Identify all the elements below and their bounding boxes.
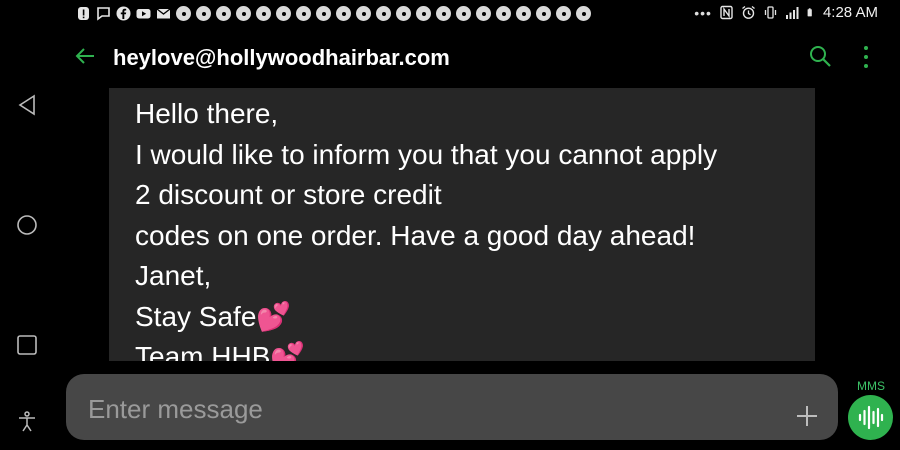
message-line: Stay Safe💕 bbox=[135, 300, 292, 332]
voice-send-button[interactable] bbox=[848, 395, 893, 440]
conversation-header: heylove@hollywoodhairbar.com bbox=[0, 32, 900, 84]
mail-icon bbox=[156, 8, 171, 19]
chrome-icon bbox=[376, 6, 391, 21]
alert-icon bbox=[78, 7, 89, 20]
message-line: Team HHB💕 bbox=[135, 341, 306, 361]
facebook-icon bbox=[116, 6, 131, 21]
chrome-icon bbox=[576, 6, 591, 21]
message-line: Hello there, bbox=[135, 98, 279, 129]
message-input[interactable]: Enter message bbox=[88, 394, 263, 425]
back-arrow-icon[interactable] bbox=[74, 45, 96, 67]
nav-back-icon[interactable] bbox=[15, 93, 39, 117]
clock: 4:28 AM bbox=[822, 4, 878, 21]
chrome-icon bbox=[496, 6, 511, 21]
message-composer[interactable]: Enter message bbox=[66, 374, 838, 440]
nav-recents-icon[interactable] bbox=[15, 333, 39, 357]
chrome-icon bbox=[236, 6, 251, 21]
message-line: 2 discount or store credit bbox=[135, 179, 442, 210]
chrome-icon bbox=[316, 6, 331, 21]
system-status: ••• 4:28 AM bbox=[694, 4, 878, 21]
accessibility-icon[interactable] bbox=[15, 410, 39, 434]
chrome-icon bbox=[336, 6, 351, 21]
status-bar: ••• 4:28 AM bbox=[0, 0, 900, 28]
chrome-icon bbox=[296, 6, 311, 21]
message-line: Janet, bbox=[135, 260, 212, 291]
mms-label: MMS bbox=[857, 379, 885, 393]
add-attachment-icon[interactable] bbox=[796, 405, 818, 427]
overflow-notifications: ••• bbox=[694, 4, 712, 21]
chrome-icon bbox=[556, 6, 571, 21]
nav-home-icon[interactable] bbox=[15, 213, 39, 237]
signal-icon bbox=[785, 7, 799, 19]
message-bubble[interactable]: Hello there, I would like to inform you … bbox=[109, 88, 815, 361]
more-options-icon[interactable] bbox=[858, 44, 874, 70]
chrome-icon bbox=[436, 6, 451, 21]
chrome-icon bbox=[476, 6, 491, 21]
battery-icon bbox=[807, 8, 812, 17]
chat-icon bbox=[97, 7, 110, 21]
chrome-icon bbox=[216, 6, 231, 21]
chrome-icon bbox=[356, 6, 371, 21]
chrome-icon bbox=[256, 6, 271, 21]
search-icon[interactable] bbox=[808, 44, 832, 68]
vibrate-icon bbox=[764, 6, 777, 19]
chrome-icon bbox=[536, 6, 551, 21]
chrome-icon bbox=[176, 6, 191, 21]
nfc-icon bbox=[720, 5, 733, 20]
chrome-icon bbox=[416, 6, 431, 21]
alarm-icon bbox=[742, 5, 755, 19]
waveform-icon bbox=[858, 405, 884, 430]
chrome-icon bbox=[276, 6, 291, 21]
chrome-icon bbox=[456, 6, 471, 21]
message-line: codes on one order. Have a good day ahea… bbox=[135, 219, 696, 251]
chrome-icon bbox=[196, 6, 211, 21]
message-line: I would like to inform you that you cann… bbox=[135, 138, 718, 170]
contact-title: heylove@hollywoodhairbar.com bbox=[113, 45, 450, 70]
notification-icons bbox=[76, 6, 591, 21]
chrome-icon bbox=[516, 6, 531, 21]
youtube-icon bbox=[136, 9, 151, 19]
chrome-icon bbox=[396, 6, 411, 21]
